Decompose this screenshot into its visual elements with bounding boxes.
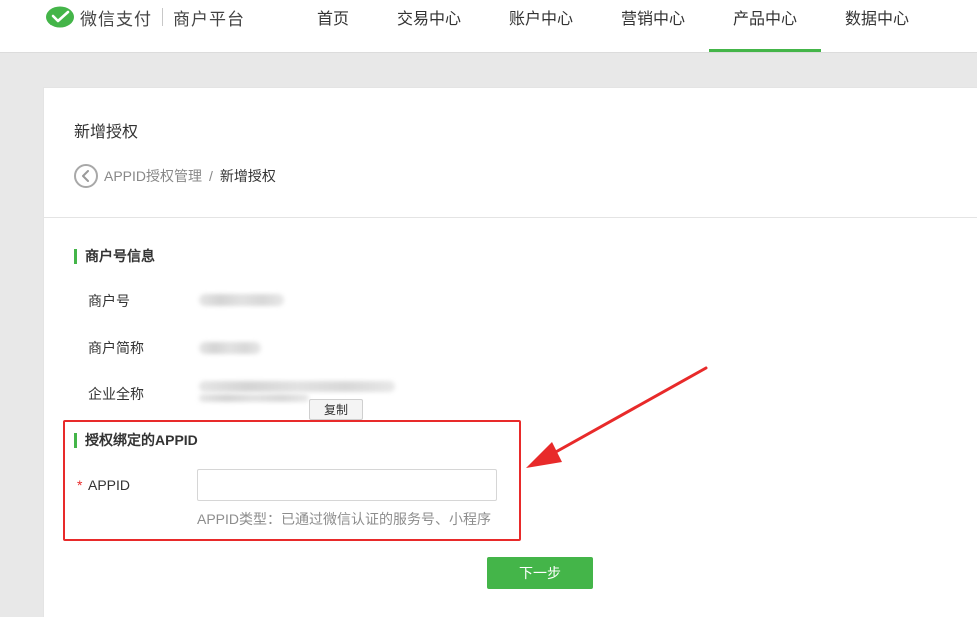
merchant-id-label: 商户号 [88, 293, 130, 309]
nav-item-product[interactable]: 产品中心 [709, 0, 821, 52]
nav-item-data[interactable]: 数据中心 [821, 0, 933, 52]
back-button[interactable] [74, 164, 98, 188]
breadcrumb-separator: / [209, 168, 213, 184]
content-card: 新增授权 APPID授权管理 / 新增授权 商户号信息 商户号 商户简称 企业全… [43, 87, 977, 617]
appid-input[interactable] [197, 469, 497, 501]
full-name-value-redacted-line2 [199, 394, 309, 402]
nav-item-account[interactable]: 账户中心 [485, 0, 597, 52]
full-name-value-redacted [199, 381, 395, 392]
nav-item-trade[interactable]: 交易中心 [373, 0, 485, 52]
appid-section-title: 授权绑定的APPID [74, 433, 198, 448]
brand-subtitle: 商户平台 [173, 9, 245, 29]
short-name-label: 商户简称 [88, 340, 144, 356]
brand-divider [162, 8, 163, 26]
short-name-value-redacted [199, 342, 261, 354]
chevron-left-icon [82, 170, 89, 182]
copy-button[interactable]: 复制 [309, 399, 363, 420]
breadcrumb-current: 新增授权 [219, 168, 276, 184]
merchant-section-title: 商户号信息 [74, 249, 155, 264]
page-title: 新增授权 [74, 124, 139, 141]
wechat-logo-icon [46, 6, 74, 28]
appid-label: APPID [88, 477, 131, 493]
next-step-button[interactable]: 下一步 [487, 557, 593, 589]
merchant-id-value-redacted [199, 294, 284, 306]
appid-hint: APPID类型：已通过微信认证的服务号、小程序 [197, 511, 492, 527]
divider [44, 217, 977, 218]
breadcrumb-parent-link[interactable]: APPID授权管理 [104, 166, 202, 186]
required-mark: * [77, 477, 83, 493]
top-header: 微信支付 商户平台 首页 交易中心 账户中心 营销中心 产品中心 数据中心 [0, 0, 977, 53]
brand[interactable]: 微信支付 商户平台 [45, 5, 245, 29]
brand-name: 微信支付 [80, 9, 152, 29]
breadcrumb: APPID授权管理 / 新增授权 [74, 163, 276, 189]
nav-item-marketing[interactable]: 营销中心 [597, 0, 709, 52]
full-name-label: 企业全称 [88, 386, 144, 402]
